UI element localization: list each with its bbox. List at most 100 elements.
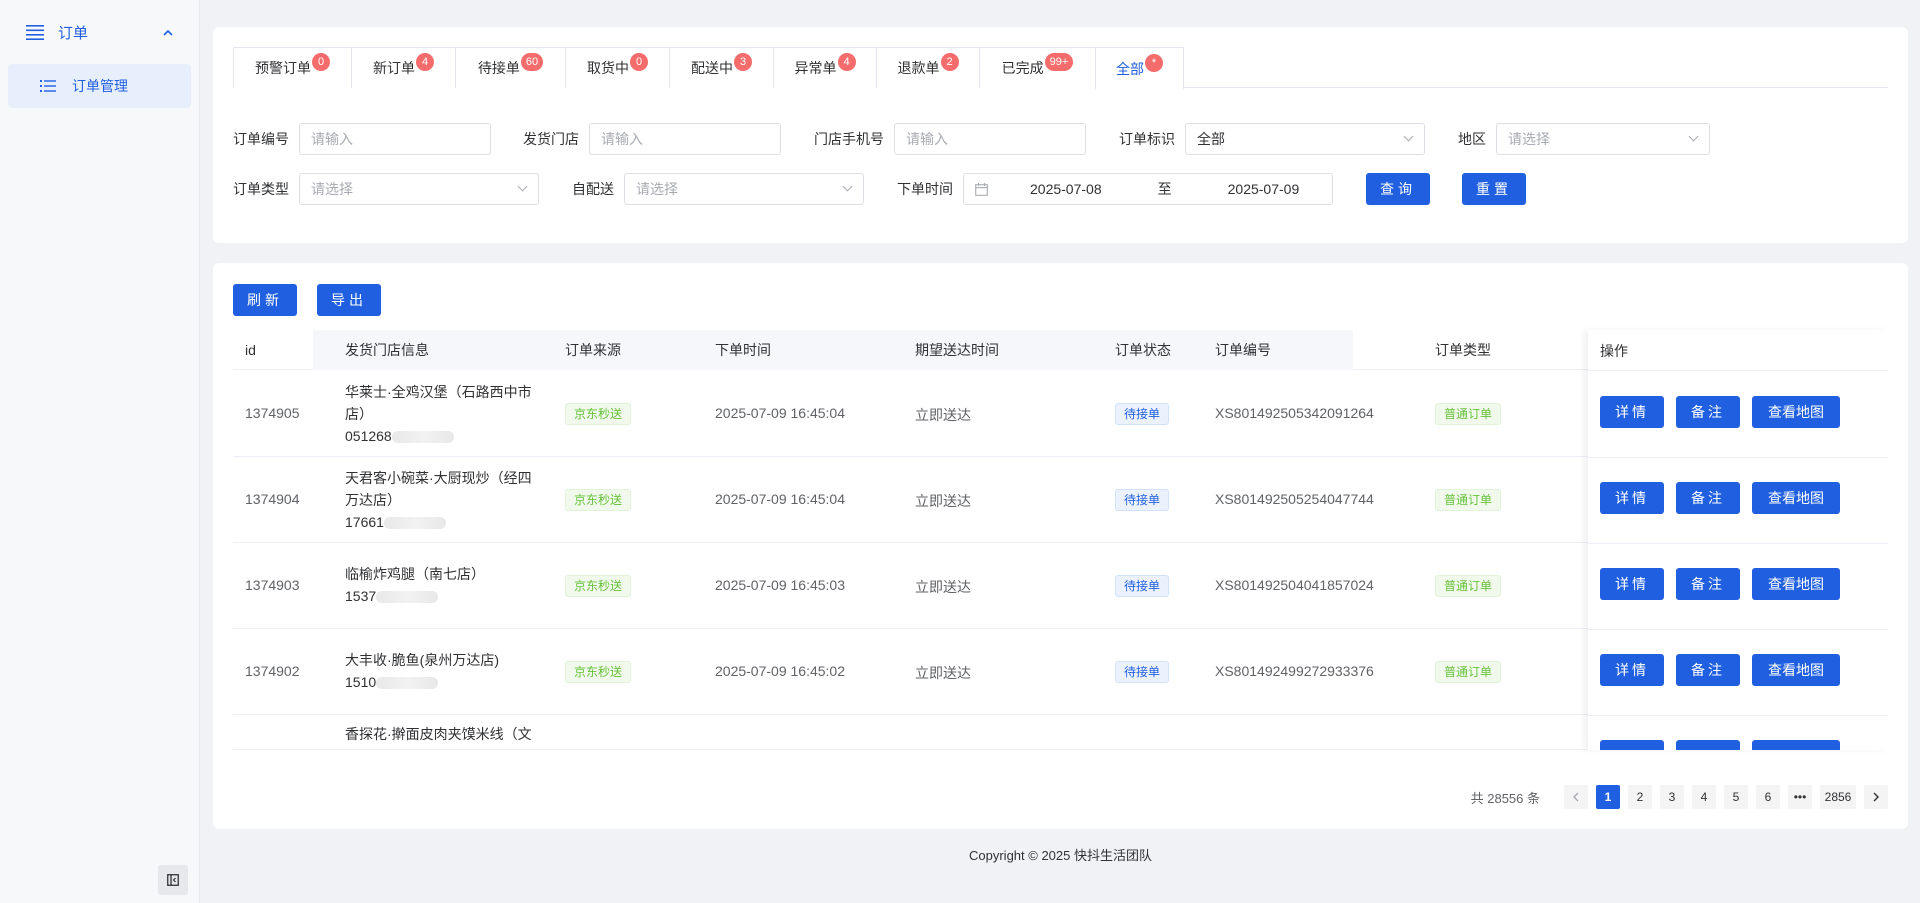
cell-eta: 立即送达 (915, 493, 971, 509)
col-store: 发货门店信息 (345, 341, 429, 358)
page-3[interactable]: 3 (1660, 785, 1684, 809)
tab-badge: 99+ (1044, 53, 1074, 71)
order-no-input[interactable]: 请输入 (299, 123, 491, 155)
detail-button-partial[interactable] (1600, 740, 1664, 750)
tab-all[interactable]: 全部 * (1095, 47, 1184, 89)
query-button[interactable]: 查询 (1366, 173, 1430, 205)
tab-picking[interactable]: 取货中 0 (565, 47, 669, 88)
tab-badge: 0 (312, 53, 330, 71)
self-delivery-select[interactable]: 请选择 (624, 173, 864, 205)
filter-row-2: 订单类型 请选择 自配送 请选择 下单时间 2025-07-08 至 2025-… (233, 173, 1526, 205)
remark-button-partial[interactable] (1676, 740, 1740, 750)
detail-button[interactable]: 详情 (1600, 568, 1664, 600)
collapse-sidebar-button[interactable] (158, 865, 188, 895)
tab-label: 配送中 (691, 60, 733, 76)
status-tag: 待接单 (1115, 575, 1170, 597)
tab-label: 已完成 (1001, 60, 1044, 76)
view-map-button[interactable]: 查看地图 (1752, 396, 1840, 428)
tab-refund[interactable]: 退款单 2 (876, 47, 979, 88)
cell-order-time: 2025-07-09 16:45:02 (715, 663, 845, 679)
cell-order-no: XS801492499272933376 (1215, 663, 1374, 679)
cell-order-time: 2025-07-09 16:45:04 (715, 491, 845, 507)
tab-badge: 4 (416, 53, 434, 71)
cell-id: 1374905 (245, 405, 300, 421)
sidebar-item-order-management[interactable]: 订单管理 (8, 64, 191, 108)
filter-row-1: 订单编号 请输入 发货门店 请输入 门店手机号 请输入 订单标识 全部 地区 请… (233, 123, 1710, 155)
sidebar: 订单 订单管理 (0, 0, 200, 903)
refresh-button[interactable]: 刷新 (233, 284, 297, 316)
sidebar-item-label: 订单管理 (72, 78, 128, 94)
tab-label: 待接单 (477, 60, 520, 76)
next-page-button[interactable] (1864, 785, 1888, 809)
chevron-up-icon (163, 25, 173, 39)
flag-label: 订单标识 (1119, 131, 1175, 147)
prev-page-button[interactable] (1564, 785, 1588, 809)
pagination: 共 28556 条 1 2 3 4 5 6 ••• 2856 (1471, 785, 1888, 809)
detail-button[interactable]: 详情 (1600, 396, 1664, 428)
remark-button[interactable]: 备注 (1676, 654, 1740, 686)
cell-order-no: XS801492505342091264 (1215, 405, 1374, 421)
date-range-picker[interactable]: 2025-07-08 至 2025-07-09 (963, 173, 1333, 205)
cell-order-time: 2025-07-09 16:45:03 (715, 577, 845, 593)
page-4[interactable]: 4 (1692, 785, 1716, 809)
remark-button[interactable]: 备注 (1676, 482, 1740, 514)
menu-group-label: 订单 (58, 24, 89, 42)
status-tabs: 预警订单 0 新订单 4 待接单 60 取货中 0 配送中 3 异常单 4 退款单 2 已完成… (233, 47, 1888, 89)
chevron-down-icon (1403, 131, 1414, 142)
tab-new[interactable]: 新订单 4 (351, 47, 455, 88)
self-delivery-label: 自配送 (572, 181, 614, 197)
tab-exception[interactable]: 异常单 4 (773, 47, 876, 88)
view-map-button[interactable]: 查看地图 (1752, 482, 1840, 514)
masked-phone (376, 677, 439, 690)
tab-warning[interactable]: 预警订单 0 (233, 47, 351, 88)
placeholder: 请输入 (311, 131, 353, 147)
page-5[interactable]: 5 (1724, 785, 1748, 809)
view-map-button[interactable]: 查看地图 (1752, 568, 1840, 600)
order-time-label: 下单时间 (897, 181, 953, 197)
store-input[interactable]: 请输入 (589, 123, 781, 155)
tab-delivering[interactable]: 配送中 3 (669, 47, 773, 88)
date-start: 2025-07-08 (1030, 181, 1102, 197)
tab-pending[interactable]: 待接单 60 (455, 47, 565, 88)
date-separator: 至 (1157, 181, 1172, 197)
page-2[interactable]: 2 (1628, 785, 1652, 809)
view-map-button[interactable]: 查看地图 (1752, 654, 1840, 686)
tab-label: 全部 (1116, 60, 1144, 77)
flag-select[interactable]: 全部 (1185, 123, 1425, 155)
tab-label: 取货中 (587, 60, 629, 76)
remark-button[interactable]: 备注 (1676, 396, 1740, 428)
region-select[interactable]: 请选择 (1496, 123, 1710, 155)
region-label: 地区 (1458, 131, 1486, 147)
more-pages-button[interactable]: ••• (1788, 785, 1812, 809)
reset-button[interactable]: 重置 (1462, 173, 1526, 205)
phone-label: 门店手机号 (814, 131, 884, 147)
remark-button[interactable]: 备注 (1676, 568, 1740, 600)
page-last[interactable]: 2856 (1820, 785, 1856, 809)
page-6[interactable]: 6 (1756, 785, 1780, 809)
tab-badge: 4 (837, 53, 856, 71)
cell-id: 1374902 (245, 663, 300, 679)
source-tag: 京东秒送 (565, 575, 632, 597)
tab-badge: 2 (940, 53, 959, 71)
type-tag: 普通订单 (1435, 403, 1502, 425)
cell-order-no: XS801492505254047744 (1215, 491, 1374, 507)
order-type-select[interactable]: 请选择 (299, 173, 539, 205)
phone-input[interactable]: 请输入 (894, 123, 1086, 155)
menu-group-orders[interactable]: 订单 (0, 0, 199, 64)
type-tag: 普通订单 (1435, 575, 1502, 597)
col-order-time: 下单时间 (715, 341, 771, 358)
status-tag: 待接单 (1115, 403, 1170, 425)
detail-button[interactable]: 详情 (1600, 482, 1664, 514)
page-1[interactable]: 1 (1596, 785, 1620, 809)
tab-completed[interactable]: 已完成 99+ (979, 47, 1095, 88)
store-phone: 051268 (345, 428, 392, 444)
store-label: 发货门店 (523, 131, 579, 147)
view-map-button-partial[interactable] (1752, 740, 1840, 750)
export-button[interactable]: 导出 (317, 284, 381, 316)
detail-button[interactable]: 详情 (1600, 654, 1664, 686)
col-source: 订单来源 (565, 341, 621, 358)
header-bg (313, 330, 1353, 370)
cell-id: 1374904 (245, 491, 300, 507)
cell-order-no: XS801492504041857024 (1215, 577, 1374, 593)
source-tag: 京东秒送 (565, 661, 632, 683)
